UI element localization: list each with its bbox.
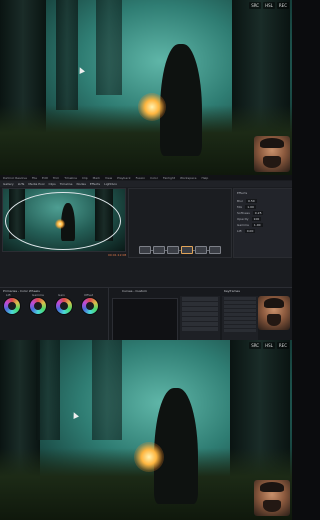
parameter-list xyxy=(180,296,220,340)
lift-wheel[interactable] xyxy=(4,298,20,314)
node[interactable] xyxy=(139,246,151,254)
menu-item[interactable]: Help xyxy=(201,176,208,180)
power-window-ellipse[interactable] xyxy=(5,192,121,250)
webcam-overlay xyxy=(254,480,290,516)
menu-item[interactable]: Edit xyxy=(42,176,48,180)
inspector-value[interactable]: 100 xyxy=(251,217,262,221)
tree-trunk xyxy=(96,0,122,95)
inspector-value[interactable]: 0.00 xyxy=(244,229,256,233)
inspector-label: Lift xyxy=(237,229,242,233)
inspector-label: Blur xyxy=(237,199,244,203)
node[interactable] xyxy=(209,246,221,254)
tag-label: REC xyxy=(276,2,289,9)
menu-item[interactable]: Fusion xyxy=(136,176,146,180)
inspector-value[interactable]: 0.25 xyxy=(252,211,264,215)
toolbar-item[interactable]: Media Pool xyxy=(28,182,44,186)
tag-label: HSL xyxy=(263,342,275,349)
menu-item[interactable]: Color xyxy=(150,176,158,180)
menu-item[interactable]: Clip xyxy=(82,176,88,180)
wheel-label: Gain xyxy=(58,293,65,297)
deck-title: Keyframes xyxy=(224,289,240,293)
inspector-label: Mix xyxy=(237,205,243,209)
node[interactable] xyxy=(153,246,165,254)
top-video-frame: SRC HSL REC xyxy=(0,0,292,175)
lantern-glow xyxy=(134,442,164,472)
deck-title: Curves - Custom xyxy=(122,289,147,293)
tag-label: REC xyxy=(276,342,289,349)
inspector-label: Opacity xyxy=(237,217,249,221)
toolbar-item[interactable]: Lightbox xyxy=(104,182,117,186)
inspector-label: Gamma xyxy=(237,223,249,227)
keyframe-list xyxy=(222,296,258,340)
tree-trunk xyxy=(56,0,78,110)
node-connection xyxy=(139,250,219,251)
inspector-value[interactable]: 1.00 xyxy=(245,205,256,209)
menu-item[interactable]: Workspace xyxy=(180,176,196,180)
inspector-label: Softness xyxy=(237,211,250,215)
recording-tags: SRC HSL REC xyxy=(249,342,289,349)
effects-inspector: Effects Blur 0.50 Mix 1.00 Softness 0.25… xyxy=(233,188,292,258)
toolbar-item[interactable]: LUTs xyxy=(18,182,25,186)
toolbar-item[interactable]: Nodes xyxy=(76,182,85,186)
tag-label: SRC xyxy=(249,2,262,9)
menu-item[interactable]: File xyxy=(32,176,37,180)
inspector-value[interactable]: 0.50 xyxy=(246,199,257,203)
hooded-figure xyxy=(154,388,198,504)
menu-item[interactable]: View xyxy=(105,176,112,180)
wheel-label: Lift xyxy=(6,293,11,297)
bottom-video-frame: SRC HSL REC xyxy=(0,340,292,520)
menu-item[interactable]: Timeline xyxy=(64,176,77,180)
gamma-wheel[interactable] xyxy=(30,298,46,314)
color-deck: Primaries - Color Wheels Lift Gamma Gain… xyxy=(0,287,292,340)
node[interactable] xyxy=(195,246,207,254)
timecode: 00:01:12:08 xyxy=(108,253,127,257)
inspector-value[interactable]: 1.00 xyxy=(251,223,263,227)
tree-trunk xyxy=(36,340,60,440)
toolbar-item[interactable]: Effects xyxy=(90,182,100,186)
tag-label: HSL xyxy=(263,2,275,9)
node-graph[interactable] xyxy=(128,188,232,258)
lantern-glow xyxy=(138,93,166,121)
node-selected[interactable] xyxy=(181,246,193,254)
recording-tags: SRC HSL REC xyxy=(249,2,289,9)
toolbar-item[interactable]: Timeline xyxy=(60,182,73,186)
menu-item[interactable]: Trim xyxy=(53,176,59,180)
wheel-label: Offset xyxy=(84,293,94,297)
hooded-figure xyxy=(160,44,202,156)
resolve-color-page: DaVinci Resolve File Edit Trim Timeline … xyxy=(0,175,292,340)
wheel-label: Gamma xyxy=(32,293,44,297)
toolbar-item[interactable]: Clips xyxy=(48,182,55,186)
divider xyxy=(108,288,109,340)
menu-item[interactable]: Mark xyxy=(93,176,100,180)
menu-bar: DaVinci Resolve File Edit Trim Timeline … xyxy=(0,175,292,180)
offset-wheel[interactable] xyxy=(82,298,98,314)
node[interactable] xyxy=(167,246,179,254)
menu-item[interactable]: Fairlight xyxy=(163,176,175,180)
toolbar-item[interactable]: Gallery xyxy=(3,182,14,186)
webcam-overlay xyxy=(254,136,290,172)
curves-panel[interactable] xyxy=(112,298,178,340)
clip-viewer[interactable] xyxy=(2,188,126,252)
tree-trunk xyxy=(92,340,122,440)
tag-label: SRC xyxy=(249,342,262,349)
inspector-title: Effects xyxy=(237,191,248,195)
page-toolbar: Gallery LUTs Media Pool Clips Timeline N… xyxy=(0,181,292,187)
gain-wheel[interactable] xyxy=(56,298,72,314)
webcam-overlay xyxy=(258,296,290,330)
menu-item[interactable]: Playback xyxy=(117,176,130,180)
menu-item[interactable]: DaVinci Resolve xyxy=(3,176,27,180)
